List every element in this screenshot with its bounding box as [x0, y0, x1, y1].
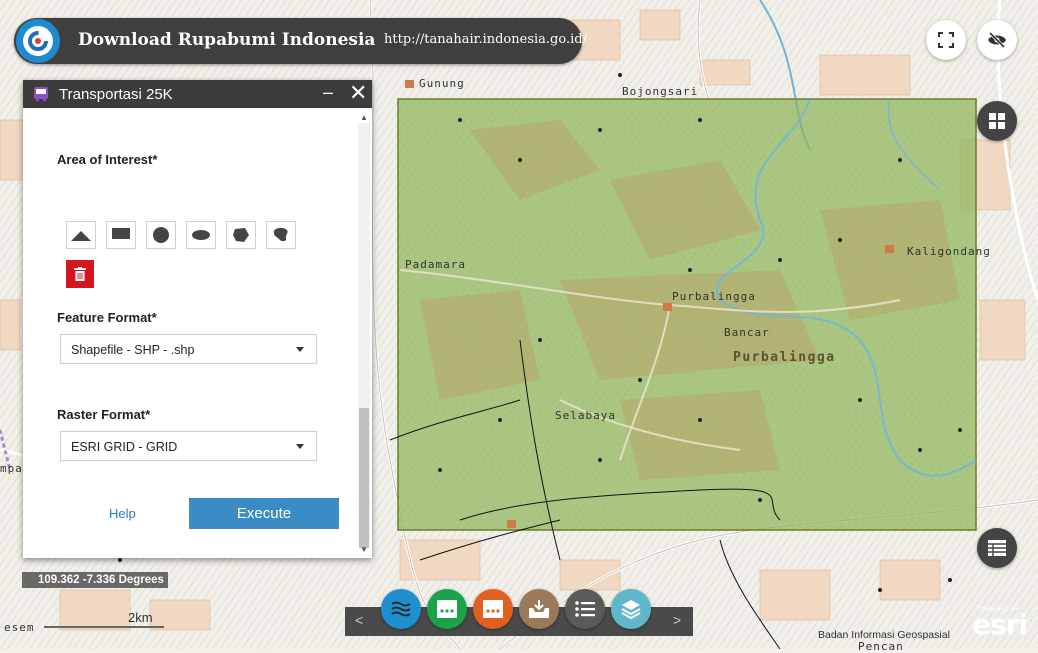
bus-icon	[34, 87, 48, 102]
toolbar-button-list[interactable]	[565, 589, 605, 629]
toolbar-button-hydrography[interactable]	[381, 589, 421, 629]
attribution-text: Badan Informasi Geospasial	[818, 629, 950, 641]
area-of-interest-label: Area of Interest*	[57, 152, 158, 167]
ellipse-icon	[192, 230, 210, 240]
toolbar-button-layers[interactable]	[611, 589, 651, 629]
execute-button[interactable]: Execute	[189, 498, 339, 529]
table-icon	[988, 540, 1006, 556]
scroll-track[interactable]	[358, 123, 370, 548]
app-url[interactable]: http://tanahair.indonesia.go.id/	[384, 32, 587, 47]
freehand-icon	[273, 227, 288, 242]
panel-title: Transportasi 25K	[59, 86, 173, 103]
feature-format-label: Feature Format*	[57, 310, 157, 325]
raster-format-value: ESRI GRID - GRID	[71, 440, 178, 454]
draw-triangle-button[interactable]	[66, 221, 96, 249]
place-label: Bojongsari	[622, 85, 699, 98]
toolbar-button-green[interactable]	[427, 589, 467, 629]
clear-drawing-button[interactable]	[66, 260, 94, 288]
place-label: Purbalingga	[672, 290, 756, 303]
dots-card-green-icon	[437, 600, 457, 618]
raster-format-label: Raster Format*	[57, 407, 151, 422]
feature-format-value: Shapefile - SHP - .shp	[71, 343, 195, 357]
app-banner: Download Rupabumi Indonesia http://tanah…	[14, 18, 587, 64]
place-label: mpa	[0, 462, 23, 475]
circle-icon	[153, 227, 169, 243]
place-label: Gunung	[419, 77, 465, 90]
attribute-table-button[interactable]	[977, 528, 1017, 568]
draw-rectangle-button[interactable]	[106, 221, 136, 249]
help-link[interactable]: Help	[109, 506, 136, 521]
draw-polygon-button[interactable]	[226, 221, 256, 249]
chevron-down-icon	[296, 347, 304, 352]
fullscreen-button[interactable]	[926, 20, 966, 60]
place-label: Padamara	[405, 258, 466, 271]
basemap-gallery-button[interactable]	[977, 101, 1017, 141]
scale-label: 2km	[128, 610, 153, 625]
rectangle-icon	[112, 228, 130, 239]
place-label: Selabaya	[555, 409, 616, 422]
place-label: Kaligondang	[907, 245, 991, 258]
toolbar-button-orange[interactable]	[473, 589, 513, 629]
toolbar-next-button[interactable]: >	[673, 612, 681, 628]
fullscreen-icon	[938, 32, 954, 48]
panel-body: Area of Interest* Feature Format* Shapef…	[23, 108, 358, 558]
extract-panel: Transportasi 25K – ✕ Area of Interest* F…	[23, 80, 372, 558]
panel-header[interactable]: Transportasi 25K – ✕	[23, 80, 372, 108]
draw-circle-button[interactable]	[146, 221, 176, 249]
polygon-icon	[233, 228, 249, 242]
download-tray-icon	[529, 600, 549, 618]
toolbar-prev-button[interactable]: <	[355, 612, 363, 628]
feature-format-select[interactable]: Shapefile - SHP - .shp	[60, 334, 317, 364]
eye-off-icon	[988, 32, 1006, 48]
scroll-up-icon[interactable]: ▲	[360, 113, 368, 122]
layers-icon	[621, 600, 641, 619]
dots-card-orange-icon	[483, 600, 503, 618]
draw-ellipse-button[interactable]	[186, 221, 216, 249]
panel-scrollbar[interactable]: ▲ ▼	[358, 113, 370, 554]
coordinate-readout[interactable]: 109.362 -7.336 Degrees	[22, 572, 168, 588]
place-label: esem	[4, 621, 35, 634]
water-icon	[391, 601, 411, 617]
logo	[16, 19, 60, 63]
triangle-icon	[71, 231, 91, 241]
list-icon	[575, 601, 595, 617]
grid-icon	[989, 113, 1005, 129]
scroll-down-icon[interactable]: ▼	[360, 545, 368, 554]
scroll-thumb[interactable]	[359, 408, 369, 548]
raster-format-select[interactable]: ESRI GRID - GRID	[60, 431, 317, 461]
place-label: Bancar	[724, 326, 770, 339]
close-button[interactable]: ✕	[349, 80, 367, 106]
toolbar-button-download[interactable]	[519, 589, 559, 629]
place-label: Purbalingga	[733, 350, 836, 365]
chevron-down-icon	[296, 444, 304, 449]
scale-bar	[44, 626, 164, 628]
trash-icon	[74, 267, 86, 281]
app-title: Download Rupabumi Indonesia	[78, 30, 376, 50]
big-logo-icon	[28, 31, 48, 51]
minimize-button[interactable]: –	[323, 82, 333, 103]
place-label: Pencan	[858, 640, 904, 653]
esri-logo[interactable]: esri	[972, 608, 1028, 641]
draw-freehand-button[interactable]	[266, 221, 296, 249]
hide-ui-button[interactable]	[977, 20, 1017, 60]
coordinates-text: 109.362 -7.336 Degrees	[38, 574, 164, 586]
